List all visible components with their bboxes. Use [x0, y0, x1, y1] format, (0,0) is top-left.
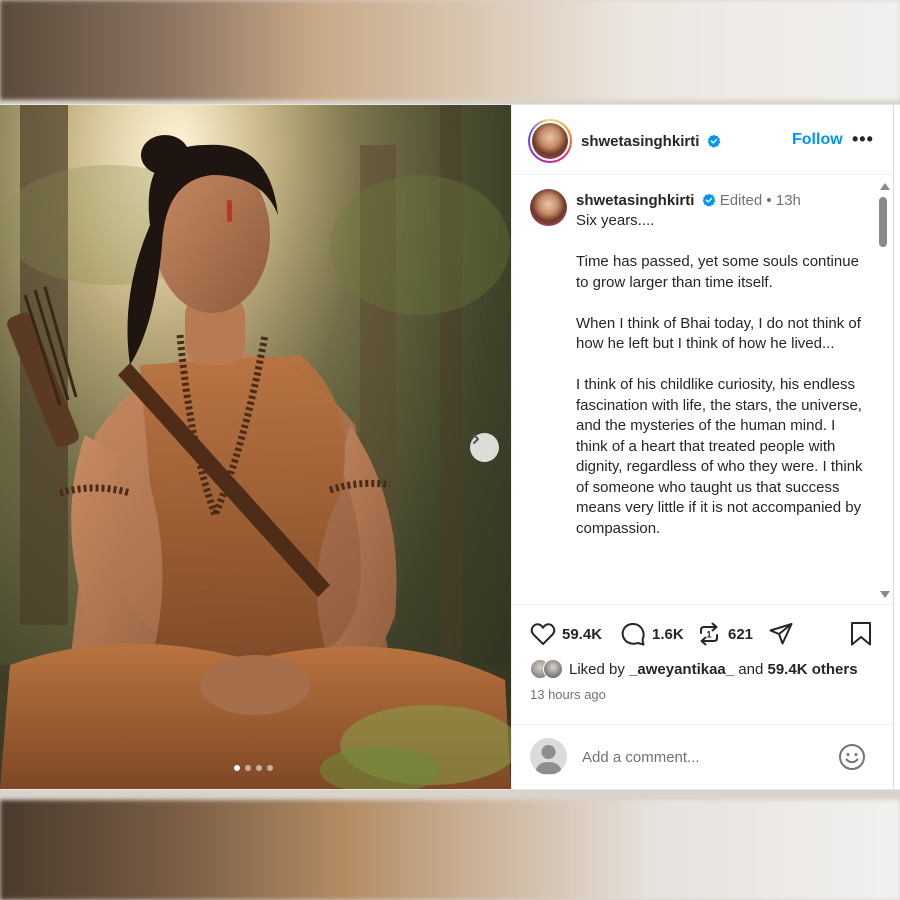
carousel-dot[interactable] — [234, 765, 240, 771]
background-blur-bottom — [0, 800, 900, 900]
scroll-thumb[interactable] — [879, 197, 887, 247]
emoji-icon — [839, 744, 865, 770]
comment-icon — [621, 622, 645, 646]
repost-count: 621 — [728, 625, 754, 643]
avatar-image — [532, 123, 568, 159]
edited-label: Edited — [719, 192, 763, 209]
svg-text:1: 1 — [706, 630, 711, 640]
share-button[interactable] — [768, 621, 794, 647]
heart-icon — [530, 623, 556, 645]
author-avatar[interactable] — [528, 119, 572, 163]
comment-count: 1.6K — [652, 625, 684, 643]
post-sidebar: shwetasinghkirti Follow ••• shwetasinghk… — [511, 105, 894, 789]
share-icon — [769, 623, 793, 645]
user-icon — [535, 745, 562, 774]
post-header: shwetasinghkirti Follow ••• — [512, 105, 893, 175]
carousel-next-button[interactable] — [470, 433, 499, 462]
scroll-up-arrow[interactable] — [880, 183, 890, 190]
current-user-avatar — [530, 738, 567, 775]
comment-input[interactable] — [582, 745, 822, 769]
liked-by-row: Liked by _aweyantikaa_ and 59.4K others — [530, 658, 858, 680]
caption-author-avatar[interactable] — [530, 189, 567, 226]
comment-button[interactable]: 1.6K — [620, 621, 684, 647]
liked-by-prefix: Liked by — [569, 660, 625, 678]
emoji-button[interactable] — [838, 743, 866, 776]
repost-button[interactable]: 1 621 — [696, 621, 753, 647]
save-button[interactable] — [850, 621, 872, 647]
caption-username[interactable]: shwetasinghkirti — [576, 192, 694, 209]
comment-box — [512, 724, 893, 789]
verified-icon — [702, 193, 715, 207]
caption-paragraph: Six years.... — [576, 212, 655, 229]
caption-text: Six years.... Time has passed, yet some … — [576, 211, 866, 560]
verified-icon — [707, 134, 720, 148]
carousel-dot[interactable] — [267, 765, 273, 771]
caption-paragraph: I think of his childlike curiosity, his … — [576, 376, 863, 537]
background-blur-top — [0, 0, 900, 100]
caption-scroll-area[interactable]: shwetasinghkirti Edited • 13h Six years.… — [512, 177, 893, 604]
chevron-right-icon — [473, 434, 479, 444]
liked-by-others[interactable]: 59.4K others — [768, 661, 858, 678]
carousel-dot[interactable] — [256, 765, 262, 771]
carousel-indicator — [234, 765, 273, 771]
scroll-down-arrow[interactable] — [880, 591, 890, 598]
post-age[interactable]: 13h — [776, 192, 801, 209]
instagram-post: shwetasinghkirti Follow ••• shwetasinghk… — [0, 104, 900, 790]
liked-by-connector: and — [738, 660, 764, 678]
carousel-dot[interactable] — [245, 765, 251, 771]
post-actions: 59.4K 1.6K 1 621 Liked by _aweyantikaa_ … — [512, 604, 893, 724]
author-username[interactable]: shwetasinghkirti — [581, 133, 721, 150]
caption-scrollbar[interactable] — [876, 177, 890, 604]
liked-by-user[interactable]: _aweyantikaa_ — [629, 661, 734, 678]
post-timestamp[interactable]: 13 hours ago — [530, 687, 606, 702]
post-image-illustration — [0, 105, 511, 789]
caption-paragraph: Time has passed, yet some souls continue… — [576, 253, 859, 291]
more-options-button[interactable]: ••• — [852, 129, 874, 150]
like-count: 59.4K — [562, 625, 603, 643]
post-image[interactable] — [0, 105, 511, 789]
follow-button[interactable]: Follow — [792, 131, 843, 149]
caption-paragraph: When I think of Bhai today, I do not thi… — [576, 314, 861, 353]
bookmark-icon — [851, 622, 871, 646]
repost-icon: 1 — [700, 622, 718, 646]
author-username-text[interactable]: shwetasinghkirti — [581, 133, 699, 150]
meta-separator: • — [766, 192, 772, 209]
liker-avatar[interactable] — [543, 659, 563, 679]
caption-header: shwetasinghkirti Edited • 13h — [576, 192, 801, 209]
like-button[interactable]: 59.4K — [530, 621, 602, 647]
